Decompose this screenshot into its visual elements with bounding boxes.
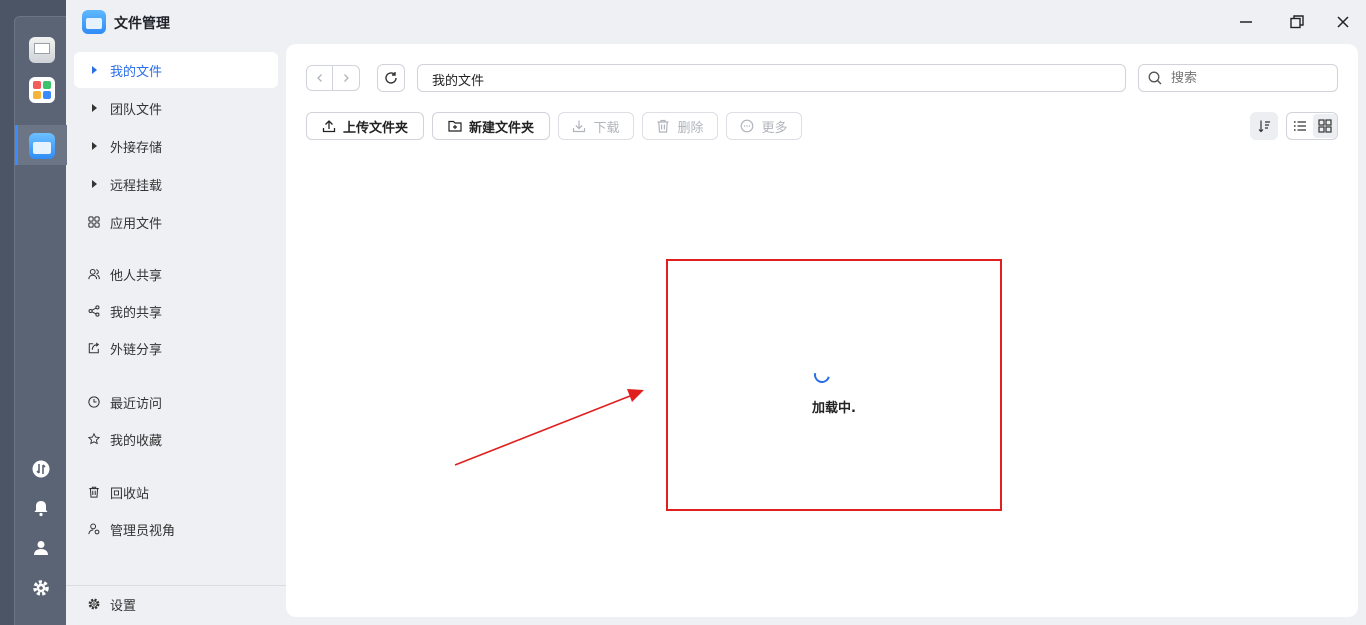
view-toggle [1286,112,1338,140]
title-bar: 文件管理 [66,0,1366,44]
chevron-right-icon [344,74,349,82]
new-folder-button[interactable]: 新建文件夹 [432,112,550,140]
more-label: 更多 [761,120,788,136]
maximize-button[interactable] [1287,12,1307,32]
sidebar-item-label: 团队文件 [110,102,163,118]
triangle-right-icon [88,177,100,191]
search-input[interactable] [1138,64,1338,92]
refresh-button[interactable] [377,64,405,92]
delete-label: 删除 [677,120,704,136]
sort-icon [1258,120,1270,133]
sidebar-item-external-link-share[interactable]: 外链分享 [74,330,278,366]
trash-icon [656,119,670,133]
sidebar-item-label: 外链分享 [110,342,163,358]
history-nav-group [306,65,360,91]
sidebar-item-external-storage[interactable]: 外接存储 [74,128,278,164]
sidebar-item-recycle-bin[interactable]: 回收站 [74,474,278,510]
sidebar-item-label: 管理员视角 [110,523,176,539]
forward-button[interactable] [333,66,359,90]
more-button[interactable]: 更多 [726,112,802,140]
download-label: 下载 [593,120,620,136]
transfer-icon[interactable] [30,458,52,480]
new-folder-label: 新建文件夹 [468,120,534,136]
sidebar-item-team-files[interactable]: 团队文件 [74,90,278,126]
sidebar-item-remote-mount[interactable]: 远程挂载 [74,166,278,202]
grid-view-icon [1318,119,1332,133]
sidebar-item-label: 他人共享 [110,268,163,284]
minimize-button[interactable] [1236,12,1256,32]
settings-label: 设置 [110,598,137,614]
triangle-right-icon [88,63,100,77]
sidebar-item-label: 最近访问 [110,396,163,412]
sidebar-item-label: 外接存储 [110,140,163,156]
loading-highlight-box: 加载中. [666,259,1002,511]
clock-icon [88,395,100,409]
sidebar-item-my-files[interactable]: 我的文件 [74,52,278,88]
sort-button[interactable] [1250,112,1278,140]
download-button[interactable]: 下载 [558,112,634,140]
gear-icon[interactable] [30,577,52,599]
sidebar-item-app-files[interactable]: 应用文件 [74,204,278,240]
triangle-right-icon [88,101,100,115]
trash-icon [88,485,100,499]
chevron-left-icon [316,74,322,82]
grid-view-button[interactable] [1313,114,1337,138]
upload-folder-button[interactable]: 上传文件夹 [306,112,424,140]
dock-active-indicator [15,125,18,165]
close-button[interactable] [1333,12,1353,32]
sidebar-item-label: 我的收藏 [110,433,163,449]
sidebar-item-shared-with-me[interactable]: 他人共享 [74,256,278,292]
delete-button[interactable]: 删除 [642,112,718,140]
dock-panel [14,16,67,625]
upload-folder-label: 上传文件夹 [342,120,408,136]
window-title: 文件管理 [114,16,170,32]
more-circle-icon [740,119,754,133]
new-folder-icon [448,119,462,133]
sidebar-item-my-shares[interactable]: 我的共享 [74,293,278,329]
loading-spinner-icon [811,364,833,386]
app-center-icon[interactable] [29,77,55,103]
users-icon [88,267,100,281]
settings-gear-icon [88,597,100,611]
share-icon [88,304,100,318]
sidebar-item-label: 我的文件 [110,64,163,80]
search-icon [1148,71,1162,85]
file-manager-app-icon[interactable] [29,133,55,159]
app-dock [0,0,67,625]
sidebar-item-label: 应用文件 [110,216,163,232]
list-view-button[interactable] [1288,114,1312,138]
sidebar-item-admin-view[interactable]: 管理员视角 [74,511,278,547]
file-manager-logo-icon [82,10,106,34]
external-link-icon [88,341,100,355]
sidebar-item-favorites[interactable]: 我的收藏 [74,421,278,457]
desktop-app-icon[interactable] [29,37,55,63]
main-panel: 我的文件 上传文件夹 新建文件夹 下载 删除 更多 [286,44,1358,617]
sidebar-item-label: 回收站 [110,486,150,502]
sidebar-item-label: 我的共享 [110,305,163,321]
sidebar-item-recent[interactable]: 最近访问 [74,384,278,420]
sidebar: 我的文件 团队文件 外接存储 远程挂载 应用文件 他人共享 我的共享 外链分享 [66,44,286,625]
sidebar-item-label: 远程挂载 [110,178,163,194]
star-icon [88,432,100,446]
back-button[interactable] [307,66,333,90]
admin-icon [88,522,100,536]
loading-text: 加载中. [812,401,856,416]
user-icon[interactable] [30,537,52,559]
download-icon [572,119,586,133]
list-view-icon [1293,121,1306,131]
refresh-icon [385,72,397,84]
path-bar[interactable]: 我的文件 [417,64,1126,92]
apps-grid-icon [88,215,100,229]
triangle-right-icon [88,139,100,153]
upload-icon [322,119,336,133]
notification-bell-icon[interactable] [30,497,52,519]
sidebar-item-settings[interactable]: 设置 [74,586,278,622]
